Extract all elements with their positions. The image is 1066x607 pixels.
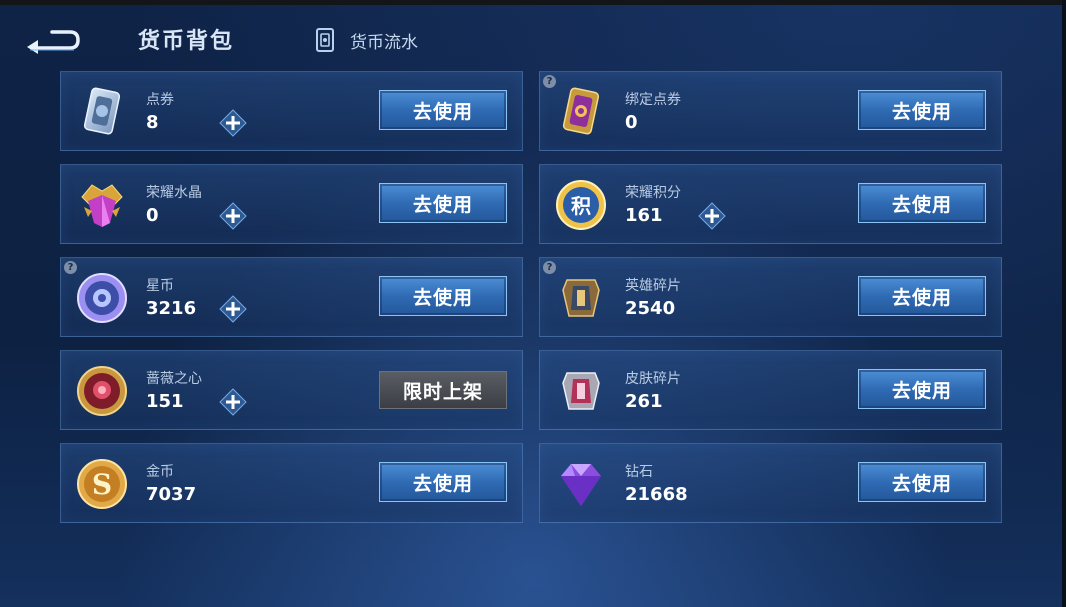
bound-coupon-icon [553,84,609,140]
currency-card: ? 绑定点券 0 去使用 [539,71,1002,151]
svg-text:S: S [92,468,112,501]
right-border [1062,0,1066,607]
currency-flow-label: 货币流水 [350,32,418,53]
star-coin-icon [74,270,130,326]
currency-card: ? 星币 3216 去使用 [60,257,523,337]
plus-icon [219,109,247,137]
glory-points-icon: 积 [553,177,609,233]
currency-name: 钻石 [625,464,653,480]
add-currency-button[interactable] [219,388,247,416]
currency-card: 荣耀水晶 0 去使用 [60,164,523,244]
plus-icon [698,202,726,230]
currency-amount: 0 [625,112,638,133]
currency-card: 钻石 21668 去使用 [539,443,1002,523]
use-button[interactable]: 去使用 [379,183,507,223]
currency-amount: 21668 [625,484,688,505]
plus-icon [219,202,247,230]
use-button[interactable]: 去使用 [858,462,986,502]
currency-card: 点券 8 去使用 [60,71,523,151]
plus-icon [219,388,247,416]
currency-name: 蔷薇之心 [146,371,202,387]
page-title: 货币背包 [138,29,235,54]
currency-amount: 8 [146,112,159,133]
currency-name: 绑定点券 [625,92,681,108]
currency-amount: 261 [625,391,663,412]
rose-heart-icon [74,363,130,419]
add-currency-button[interactable] [219,109,247,137]
use-button[interactable]: 去使用 [379,462,507,502]
use-button[interactable]: 去使用 [379,276,507,316]
back-button[interactable] [24,26,82,54]
use-button[interactable]: 去使用 [858,183,986,223]
gold-coin-icon: S [74,456,130,512]
currency-name: 荣耀水晶 [146,185,202,201]
currency-amount: 0 [146,205,159,226]
ledger-icon [316,28,334,52]
currency-amount: 7037 [146,484,197,505]
add-currency-button[interactable] [219,295,247,323]
diamond-icon [553,456,609,512]
currency-card: ? 英雄碎片 2540 去使用 [539,257,1002,337]
back-arrow-icon [27,30,80,54]
top-border [0,0,1066,5]
use-button[interactable]: 去使用 [858,90,986,130]
svg-text:积: 积 [571,194,591,218]
currency-name: 金币 [146,464,174,480]
currency-name: 英雄碎片 [625,278,681,294]
glory-crystal-icon [74,177,130,233]
currency-name: 点券 [146,92,174,108]
limited-time-button[interactable]: 限时上架 [379,371,507,409]
skin-shard-icon [553,363,609,419]
add-currency-button[interactable] [219,202,247,230]
currency-flow-tab[interactable]: 货币流水 [312,26,418,54]
currency-name: 星币 [146,278,174,294]
hero-shard-icon [553,270,609,326]
currency-name: 荣耀积分 [625,185,681,201]
currency-card: S 金币 7037 去使用 [60,443,523,523]
currency-card: 皮肤碎片 261 去使用 [539,350,1002,430]
currency-card: 积 荣耀积分 161 去使用 [539,164,1002,244]
use-button[interactable]: 去使用 [379,90,507,130]
currency-amount: 2540 [625,298,676,319]
currency-amount: 151 [146,391,184,412]
currency-amount: 3216 [146,298,197,319]
currency-card: 蔷薇之心 151 限时上架 [60,350,523,430]
coupon-icon [74,84,130,140]
currency-amount: 161 [625,205,663,226]
currency-name: 皮肤碎片 [625,371,681,387]
use-button[interactable]: 去使用 [858,276,986,316]
use-button[interactable]: 去使用 [858,369,986,409]
add-currency-button[interactable] [698,202,726,230]
plus-icon [219,295,247,323]
